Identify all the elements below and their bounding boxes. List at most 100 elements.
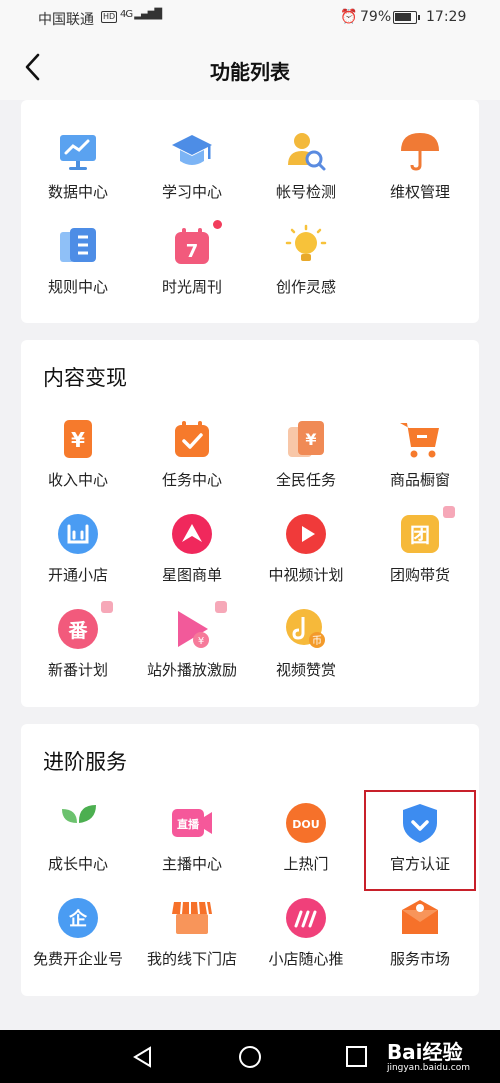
storefront-icon — [172, 901, 212, 934]
grid-item-income-center[interactable]: ¥ 收入中心 — [21, 417, 135, 507]
grid-item-star-map[interactable]: 星图商单 — [135, 512, 249, 602]
grid-item-label: 免费开企业号 — [32, 950, 123, 968]
lock-icon — [101, 601, 113, 613]
grid-item-video-reward[interactable]: 币 视频赞赏 — [249, 607, 363, 697]
public-task-icon: ¥ — [288, 421, 324, 457]
grid-item-go-hot[interactable]: DOU 上热门 — [249, 801, 363, 891]
svg-text:¥: ¥ — [305, 430, 316, 449]
grid-item-group-buy[interactable]: 团 团购带货 — [363, 506, 477, 602]
anime-icon: 番 — [58, 609, 98, 649]
grid-item-service-market[interactable]: 服务市场 — [363, 896, 477, 986]
alarm-icon: ⏰ — [340, 9, 358, 25]
grid-item-label: 站外播放激励 — [146, 661, 237, 679]
section-title: 内容变现 — [43, 366, 127, 390]
hd-badge: HD — [101, 11, 118, 23]
grid-item-anchor-center[interactable]: 直播 主播中心 — [135, 801, 249, 891]
grid-item-label: 成长中心 — [47, 855, 108, 873]
grid-item-label: 视频赞赏 — [275, 661, 336, 679]
watermark-brand: Bai经验 — [386, 1040, 463, 1064]
grid-item-label: 我的线下门店 — [146, 950, 237, 968]
grid-item-label: 数据中心 — [47, 183, 108, 201]
grid-item-shop-promote[interactable]: 小店随心推 — [249, 896, 363, 986]
rules-book-icon — [60, 228, 96, 262]
svg-text:团: 团 — [410, 523, 430, 547]
shop-icon — [58, 514, 98, 554]
grid-item-public-task[interactable]: ¥ 全民任务 — [249, 417, 363, 507]
grid-item-data-center[interactable]: 数据中心 — [21, 129, 135, 219]
grid-item-offline-store[interactable]: 我的线下门店 — [135, 896, 249, 986]
monetization-card: 内容变现 ¥ 收入中心 任务中心 ¥ 全民任务 商品橱窗 开通小店 星图商单 中… — [21, 340, 479, 707]
grid-item-task-center[interactable]: 任务中心 — [135, 417, 249, 507]
grid-item-label: 上热门 — [283, 855, 329, 873]
svg-text:币: 币 — [312, 635, 322, 647]
grid-item-label: 服务市场 — [389, 950, 450, 968]
carrier-name: 中国联通 — [38, 12, 94, 28]
grid-item-label: 开通小店 — [47, 566, 108, 584]
grid-item-product-showcase[interactable]: 商品橱窗 — [363, 417, 477, 507]
back-triangle-icon[interactable] — [130, 1044, 156, 1070]
enterprise-icon: 企 — [58, 898, 98, 938]
highlight-box — [364, 790, 476, 891]
home-circle-icon[interactable] — [237, 1044, 263, 1070]
grid-item-label: 创作灵感 — [275, 278, 336, 296]
watermark: Bai经验 jingyan.baidu.com — [387, 1036, 470, 1073]
offsite-play-icon: ¥ — [178, 611, 209, 648]
grid-item-label: 时光周刊 — [161, 278, 222, 296]
battery-icon — [393, 11, 420, 24]
lock-icon — [215, 601, 227, 613]
grid-item-label: 学习中心 — [161, 183, 222, 201]
calendar-7-icon: 7 — [175, 228, 209, 264]
shopping-cart-icon — [400, 423, 439, 458]
section-title: 进阶服务 — [43, 750, 127, 774]
grid-item-growth-center[interactable]: 成长中心 — [21, 801, 135, 891]
battery-percent: 79% — [360, 9, 392, 25]
grid-item-label: 规则中心 — [47, 278, 108, 296]
grid-item-label: 商品橱窗 — [389, 471, 450, 489]
grid-item-inspiration[interactable]: 创作灵感 — [249, 224, 363, 314]
grid-item-rules-center[interactable]: 规则中心 — [21, 224, 135, 314]
lock-icon — [443, 506, 455, 518]
grid-item-weekly[interactable]: 7 时光周刊 — [135, 220, 249, 314]
svg-text:番: 番 — [67, 620, 88, 642]
account-check-icon — [288, 133, 326, 171]
svg-text:¥: ¥ — [198, 636, 204, 647]
sprout-icon — [62, 805, 96, 841]
grid-item-rights-management[interactable]: 维权管理 — [363, 129, 477, 219]
grid-item-label: 维权管理 — [389, 183, 450, 201]
grid-item-label: 小店随心推 — [268, 950, 344, 968]
grid-item-offsite-play[interactable]: ¥ 站外播放激励 — [135, 601, 249, 697]
grid-item-mid-video[interactable]: 中视频计划 — [249, 512, 363, 602]
income-yuan-icon: ¥ — [64, 420, 92, 458]
tools-card: 数据中心 学习中心 帐号检测 维权管理 规则中心 7 时光周刊 创作灵感 — [21, 100, 479, 323]
grid-item-label: 团购带货 — [389, 566, 450, 584]
group-buy-icon: 团 — [401, 515, 439, 553]
grid-item-label: 收入中心 — [47, 471, 108, 489]
clock: 17:29 — [426, 9, 467, 25]
svg-text:企: 企 — [68, 908, 88, 930]
umbrella-icon — [401, 133, 439, 171]
task-check-icon — [175, 421, 209, 457]
grid-item-account-check[interactable]: 帐号检测 — [249, 129, 363, 219]
grid-item-new-anime[interactable]: 番 新番计划 — [21, 601, 135, 697]
recents-square-icon[interactable] — [344, 1044, 370, 1070]
graduation-cap-icon — [172, 135, 212, 165]
grid-item-label: 星图商单 — [161, 566, 222, 584]
svg-text:DOU: DOU — [292, 818, 319, 831]
shop-promote-icon — [286, 898, 326, 938]
page-title: 功能列表 — [210, 60, 290, 84]
video-reward-icon: 币 — [286, 609, 325, 648]
dou-plus-icon: DOU — [286, 803, 326, 843]
grid-item-label: 全民任务 — [275, 471, 336, 489]
nav-bar: 功能列表 — [0, 36, 500, 100]
grid-item-learning-center[interactable]: 学习中心 — [135, 129, 249, 219]
notification-dot — [213, 220, 222, 229]
grid-item-enterprise[interactable]: 企 免费开企业号 — [21, 896, 135, 986]
svg-text:¥: ¥ — [71, 428, 85, 452]
grid-item-label: 主播中心 — [161, 855, 222, 873]
star-map-icon — [172, 514, 212, 554]
grid-item-label: 帐号检测 — [275, 183, 336, 201]
status-bar: 中国联通 HD 4G ▂▄▆█ ⏰ 79% 17:29 — [0, 0, 500, 36]
signal-icon: 4G ▂▄▆█ — [120, 9, 162, 20]
svg-text:直播: 直播 — [177, 817, 200, 831]
grid-item-open-shop[interactable]: 开通小店 — [21, 512, 135, 602]
